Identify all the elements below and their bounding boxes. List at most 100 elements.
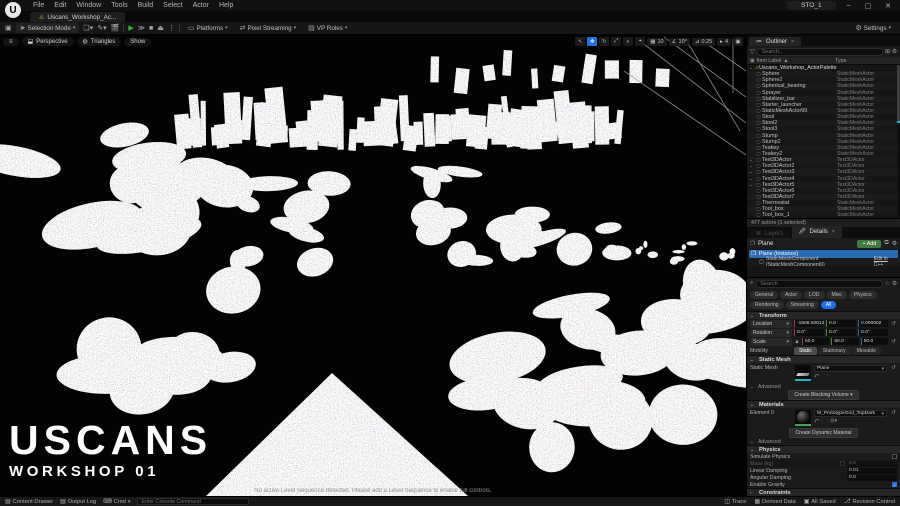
stop-button[interactable]: ■: [149, 25, 153, 32]
filter-chip[interactable]: LOD: [804, 291, 824, 299]
outliner-settings-icon[interactable]: ⚙: [892, 49, 897, 55]
section-materials[interactable]: ⌄ Materials: [747, 400, 900, 408]
close-button[interactable]: ✕: [882, 2, 894, 10]
materials-advanced[interactable]: ⌄Advanced: [747, 438, 900, 445]
trace-button[interactable]: ◫Trace: [724, 499, 746, 505]
rotation-z-field[interactable]: 0.0°: [858, 329, 888, 336]
play-button[interactable]: ▶: [128, 24, 133, 32]
simulate-physics-checkbox[interactable]: [892, 454, 897, 459]
static-mesh-select[interactable]: Plane▾: [814, 365, 887, 372]
mass-field[interactable]: 0.0: [847, 461, 897, 467]
scale-x-field[interactable]: 50.0: [802, 338, 829, 345]
eject-button[interactable]: ⏏: [157, 24, 164, 32]
derived-data-button[interactable]: ▦Derived Data: [754, 499, 795, 505]
filter-chip[interactable]: General: [750, 291, 778, 299]
reset-material-icon[interactable]: ↺: [890, 410, 897, 426]
mass-override-checkbox[interactable]: [840, 461, 845, 466]
reset-mesh-icon[interactable]: ↺: [890, 365, 897, 381]
tab-outliner[interactable]: ≔ Outliner ×: [749, 37, 801, 46]
maximize-button[interactable]: ▢: [862, 2, 875, 10]
perspective-dropdown[interactable]: ⬓ Perspective: [22, 37, 74, 46]
add-component-button[interactable]: + Add: [857, 240, 881, 248]
enable-gravity-checkbox[interactable]: ✓: [892, 482, 897, 487]
all-saved-indicator[interactable]: ▣All Saved: [804, 499, 836, 505]
outliner-column-header[interactable]: ◉Item Label▲ Type: [747, 57, 900, 65]
show-dropdown[interactable]: Show: [124, 38, 151, 46]
location-y-field[interactable]: 0.0: [826, 320, 856, 327]
menu-item[interactable]: Edit: [49, 2, 71, 9]
rotate-tool-icon[interactable]: ↻: [599, 37, 609, 46]
filter-chip[interactable]: Streaming: [786, 301, 819, 309]
grid-snap-control[interactable]: ▦10: [647, 38, 666, 46]
revision-control-button[interactable]: ⎇Revision Control: [844, 499, 895, 505]
menu-item[interactable]: Select: [158, 2, 187, 9]
static-mesh-thumbnail[interactable]: [795, 365, 811, 381]
unreal-logo-icon[interactable]: U: [5, 2, 21, 18]
settings-dropdown[interactable]: ⚙ Settings▾: [851, 23, 895, 33]
view-mode-dropdown[interactable]: ◍ Triangles: [77, 37, 122, 46]
use-selected-icon[interactable]: ⤺: [814, 373, 819, 381]
linear-damping-field[interactable]: 0.01: [847, 468, 897, 474]
eye-icon[interactable]: ◉: [750, 58, 755, 64]
level-tab[interactable]: ⚠ Uscans_Workshop_Ac...: [30, 12, 125, 22]
menu-item[interactable]: Help: [214, 2, 238, 9]
save-icon[interactable]: ▣: [5, 24, 12, 32]
details-search-input[interactable]: [755, 280, 882, 288]
rotation-x-field[interactable]: 0.0°: [794, 329, 824, 336]
expand-icon[interactable]: ⧉: [884, 240, 888, 247]
reset-location-icon[interactable]: ↺: [890, 321, 897, 327]
use-selected-icon[interactable]: ⤺: [814, 418, 819, 426]
scale-tool-icon[interactable]: ⤢: [611, 37, 621, 46]
filter-chip[interactable]: Physics: [849, 291, 877, 299]
add-actor-icon[interactable]: ❏▾: [83, 24, 93, 32]
camera-speed-control[interactable]: ▸4: [717, 38, 731, 46]
close-icon[interactable]: ×: [832, 229, 835, 235]
section-static-mesh[interactable]: ⌄ Static Mesh: [747, 355, 900, 363]
menu-item[interactable]: Actor: [188, 2, 214, 9]
surface-snap-icon[interactable]: ⌖: [635, 37, 645, 46]
location-z-field[interactable]: 0.000002: [858, 320, 888, 327]
minimize-button[interactable]: –: [844, 2, 854, 9]
viewport-3d[interactable]: ≡ ⬓ Perspective ◍ Triangles Show ↖ ✥ ↻ ⤢…: [0, 35, 746, 496]
outliner-search-input[interactable]: [756, 48, 882, 56]
menu-item[interactable]: Tools: [106, 2, 132, 9]
create-blocking-volume-button[interactable]: Create Blocking Volume ▾: [788, 390, 858, 400]
filter-chip[interactable]: Actor: [780, 291, 802, 299]
material-thumbnail[interactable]: [795, 410, 811, 426]
section-constraints[interactable]: › Constraints: [747, 488, 900, 496]
folder-add-icon[interactable]: ⊞: [885, 49, 890, 55]
maximize-viewport-icon[interactable]: ▣: [733, 37, 743, 46]
tab-layers[interactable]: ≣ Layers: [749, 229, 790, 238]
section-transform[interactable]: ⌄ Transform: [747, 311, 900, 319]
details-settings-icon[interactable]: ⚙: [892, 240, 897, 247]
browse-asset-icon[interactable]: 🗀: [822, 373, 827, 381]
mobility-option[interactable]: Movable: [852, 347, 881, 355]
frame-skip-button[interactable]: ≫: [138, 24, 145, 32]
cinematics-icon[interactable]: 🎬: [111, 24, 120, 32]
mobility-option[interactable]: Stationary: [818, 347, 851, 355]
selection-mode-dropdown[interactable]: ➤ Selection Mode▾: [16, 23, 80, 33]
scale-z-field[interactable]: 50.0: [861, 338, 888, 345]
scale-dropdown[interactable]: Scale▾: [750, 338, 792, 346]
vp-roles-dropdown[interactable]: ▤ VP Roles▾: [304, 23, 351, 33]
component-row[interactable]: ▢ StaticMeshComponent (StaticMeshCompone…: [747, 258, 900, 266]
rotation-y-field[interactable]: 0.0°: [826, 329, 856, 336]
close-icon[interactable]: ×: [791, 39, 794, 45]
viewport-options-menu[interactable]: ≡: [3, 38, 19, 46]
menu-item[interactable]: File: [28, 2, 49, 9]
menu-item[interactable]: Build: [133, 2, 159, 9]
material-extra-icon[interactable]: ⊡▾: [830, 418, 837, 426]
scale-snap-control[interactable]: ⊿0.25: [692, 38, 715, 46]
create-dynamic-material-button[interactable]: Create Dynamic Material: [789, 428, 857, 438]
content-drawer-button[interactable]: ▤ Content Drawer: [5, 499, 53, 505]
rotation-snap-control[interactable]: ∠10°: [669, 38, 690, 46]
details-gear-icon[interactable]: ⚙: [892, 281, 897, 287]
material-select[interactable]: M_PrototypeGrid_TopDark▾: [814, 410, 887, 417]
filter-chip[interactable]: All: [821, 301, 837, 309]
angular-damping-field[interactable]: 0.0: [847, 475, 897, 481]
more-icon[interactable]: ⋮: [168, 24, 175, 32]
static-mesh-advanced[interactable]: ⌄Advanced: [747, 383, 900, 390]
lock-icon[interactable]: 🔒︎: [794, 339, 800, 345]
browse-asset-icon[interactable]: 🗀: [822, 418, 827, 426]
location-x-field[interactable]: -1508.600135: [794, 320, 824, 327]
